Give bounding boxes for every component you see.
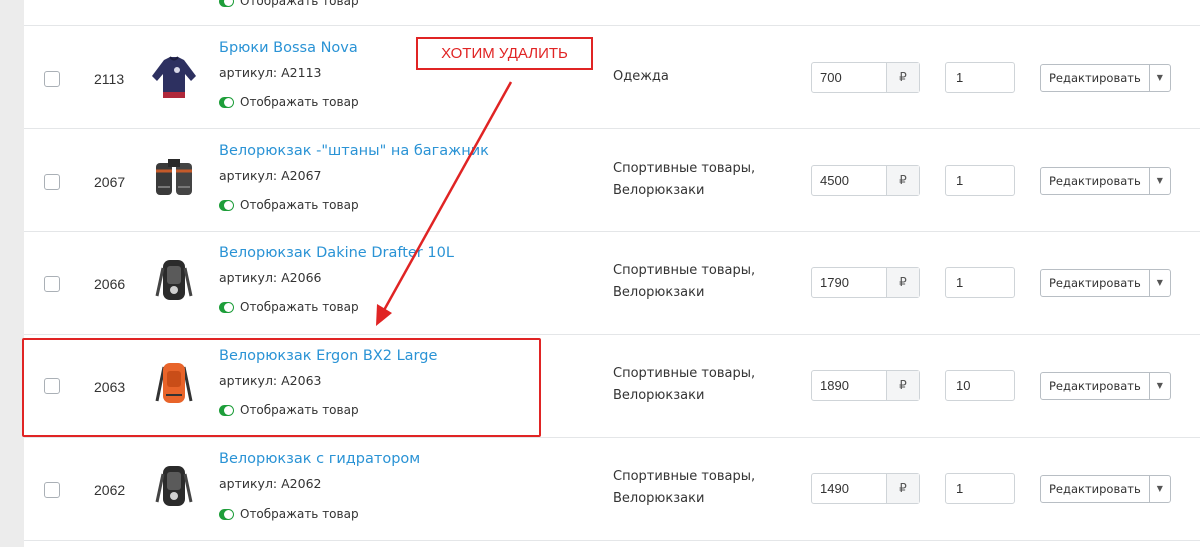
visibility-toggle[interactable] — [219, 96, 234, 108]
price-value[interactable]: 700 — [812, 63, 886, 92]
table-row: 2113 Брюки Bossa Nova артикул: A2113 Ото… — [24, 26, 1200, 129]
sweater-icon — [146, 48, 202, 104]
product-name-link[interactable]: Брюки Bossa Nova — [219, 40, 358, 56]
visibility-status[interactable]: Отображать товар — [219, 94, 359, 110]
currency-addon: ₽ — [886, 371, 919, 400]
quantity-field[interactable]: 1 — [945, 165, 1015, 196]
price-field[interactable]: 4500 ₽ — [811, 165, 920, 196]
category-line: Спортивные товары, — [613, 366, 756, 381]
price-field[interactable]: 700 ₽ — [811, 62, 920, 93]
product-id: 2113 — [94, 71, 125, 87]
product-sku: артикул: A2113 — [219, 65, 322, 80]
edit-split-button[interactable]: Редактировать ▼ — [1040, 269, 1171, 297]
edit-button[interactable]: Редактировать — [1041, 373, 1149, 399]
product-category: Спортивные товары, Велорюкзаки — [613, 158, 793, 202]
edit-split-button[interactable]: Редактировать ▼ — [1040, 372, 1171, 400]
caret-down-icon[interactable]: ▼ — [1148, 270, 1170, 296]
edit-button[interactable]: Редактировать — [1041, 476, 1149, 502]
product-sku: артикул: A2062 — [219, 476, 322, 491]
product-id: 2067 — [94, 174, 126, 190]
product-id: 2066 — [94, 276, 126, 292]
currency-addon: ₽ — [886, 63, 919, 92]
category-line: Велорюкзаки — [613, 285, 705, 300]
currency-addon: ₽ — [886, 268, 919, 297]
product-category: Спортивные товары, Велорюкзаки — [613, 466, 793, 510]
quantity-field[interactable]: 10 — [945, 370, 1015, 401]
annotation-callout: ХОТИМ УДАЛИТЬ — [416, 37, 593, 70]
price-value[interactable]: 1490 — [812, 474, 886, 503]
visibility-status[interactable]: Отображать товар — [219, 197, 359, 213]
product-name-link[interactable]: Велорюкзак с гидратором — [219, 451, 420, 467]
caret-down-icon[interactable]: ▼ — [1148, 476, 1170, 502]
highlight-box — [22, 338, 541, 437]
pannier-bag-icon — [146, 149, 202, 205]
product-name-link[interactable]: Велорюкзак Dakine Drafter 10L — [219, 245, 454, 261]
table-row: 2062 Велорюкзак с гидратором артикул: A2… — [24, 438, 1200, 541]
edit-button[interactable]: Редактировать — [1041, 270, 1149, 296]
price-field[interactable]: 1890 ₽ — [811, 370, 920, 401]
caret-down-icon[interactable]: ▼ — [1148, 65, 1170, 91]
category-line: Велорюкзаки — [613, 491, 705, 506]
category-line: Одежда — [613, 69, 669, 84]
table-row: 2066 Велорюкзак Dakine Drafter 10L артик… — [24, 232, 1200, 335]
currency-addon: ₽ — [886, 474, 919, 503]
edit-button[interactable]: Редактировать — [1041, 65, 1149, 91]
visibility-toggle[interactable] — [219, 199, 234, 211]
category-line: Спортивные товары, — [613, 469, 756, 484]
quantity-field[interactable]: 1 — [945, 62, 1015, 93]
visibility-label: Отображать товар — [240, 507, 359, 521]
product-sku: артикул: A2067 — [219, 168, 322, 183]
product-list-panel: Отображать товар 2113 Брюки Bossa Nova а… — [24, 0, 1200, 547]
visibility-status[interactable]: Отображать товар — [219, 506, 359, 522]
visibility-label: Отображать товар — [240, 198, 359, 212]
price-value[interactable]: 4500 — [812, 166, 886, 195]
visibility-status-partial[interactable]: Отображать товар — [219, 0, 359, 9]
category-line: Велорюкзаки — [613, 183, 705, 198]
backpack-icon — [146, 252, 202, 308]
row-checkbox[interactable] — [44, 276, 60, 292]
row-checkbox[interactable] — [44, 174, 60, 190]
product-name-link[interactable]: Велорюкзак -"штаны" на багажник — [219, 143, 489, 159]
visibility-toggle[interactable] — [219, 0, 234, 7]
edit-split-button[interactable]: Редактировать ▼ — [1040, 64, 1171, 92]
visibility-toggle[interactable] — [219, 301, 234, 313]
price-value[interactable]: 1790 — [812, 268, 886, 297]
currency-addon: ₽ — [886, 166, 919, 195]
category-line: Велорюкзаки — [613, 388, 705, 403]
product-category: Спортивные товары, Велорюкзаки — [613, 363, 793, 407]
price-field[interactable]: 1790 ₽ — [811, 267, 920, 298]
price-value[interactable]: 1890 — [812, 371, 886, 400]
edit-button[interactable]: Редактировать — [1041, 168, 1149, 194]
quantity-field[interactable]: 1 — [945, 473, 1015, 504]
product-category: Одежда — [613, 66, 793, 88]
visibility-status[interactable]: Отображать товар — [219, 299, 359, 315]
visibility-label: Отображать товар — [240, 95, 359, 109]
visibility-label: Отображать товар — [240, 300, 359, 314]
product-category: Спортивные товары, Велорюкзаки — [613, 260, 793, 304]
row-checkbox[interactable] — [44, 71, 60, 87]
product-id: 2062 — [94, 482, 126, 498]
backpack-icon — [146, 458, 202, 514]
edit-split-button[interactable]: Редактировать ▼ — [1040, 167, 1171, 195]
table-row: 2067 Велорюкзак -"штаны" на багажник арт… — [24, 129, 1200, 232]
edit-split-button[interactable]: Редактировать ▼ — [1040, 475, 1171, 503]
visibility-label: Отображать товар — [240, 0, 359, 8]
visibility-toggle[interactable] — [219, 508, 234, 520]
caret-down-icon[interactable]: ▼ — [1148, 168, 1170, 194]
row-checkbox[interactable] — [44, 482, 60, 498]
quantity-field[interactable]: 1 — [945, 267, 1015, 298]
caret-down-icon[interactable]: ▼ — [1148, 373, 1170, 399]
category-line: Спортивные товары, — [613, 263, 756, 278]
category-line: Спортивные товары, — [613, 161, 756, 176]
price-field[interactable]: 1490 ₽ — [811, 473, 920, 504]
product-sku: артикул: A2066 — [219, 270, 322, 285]
